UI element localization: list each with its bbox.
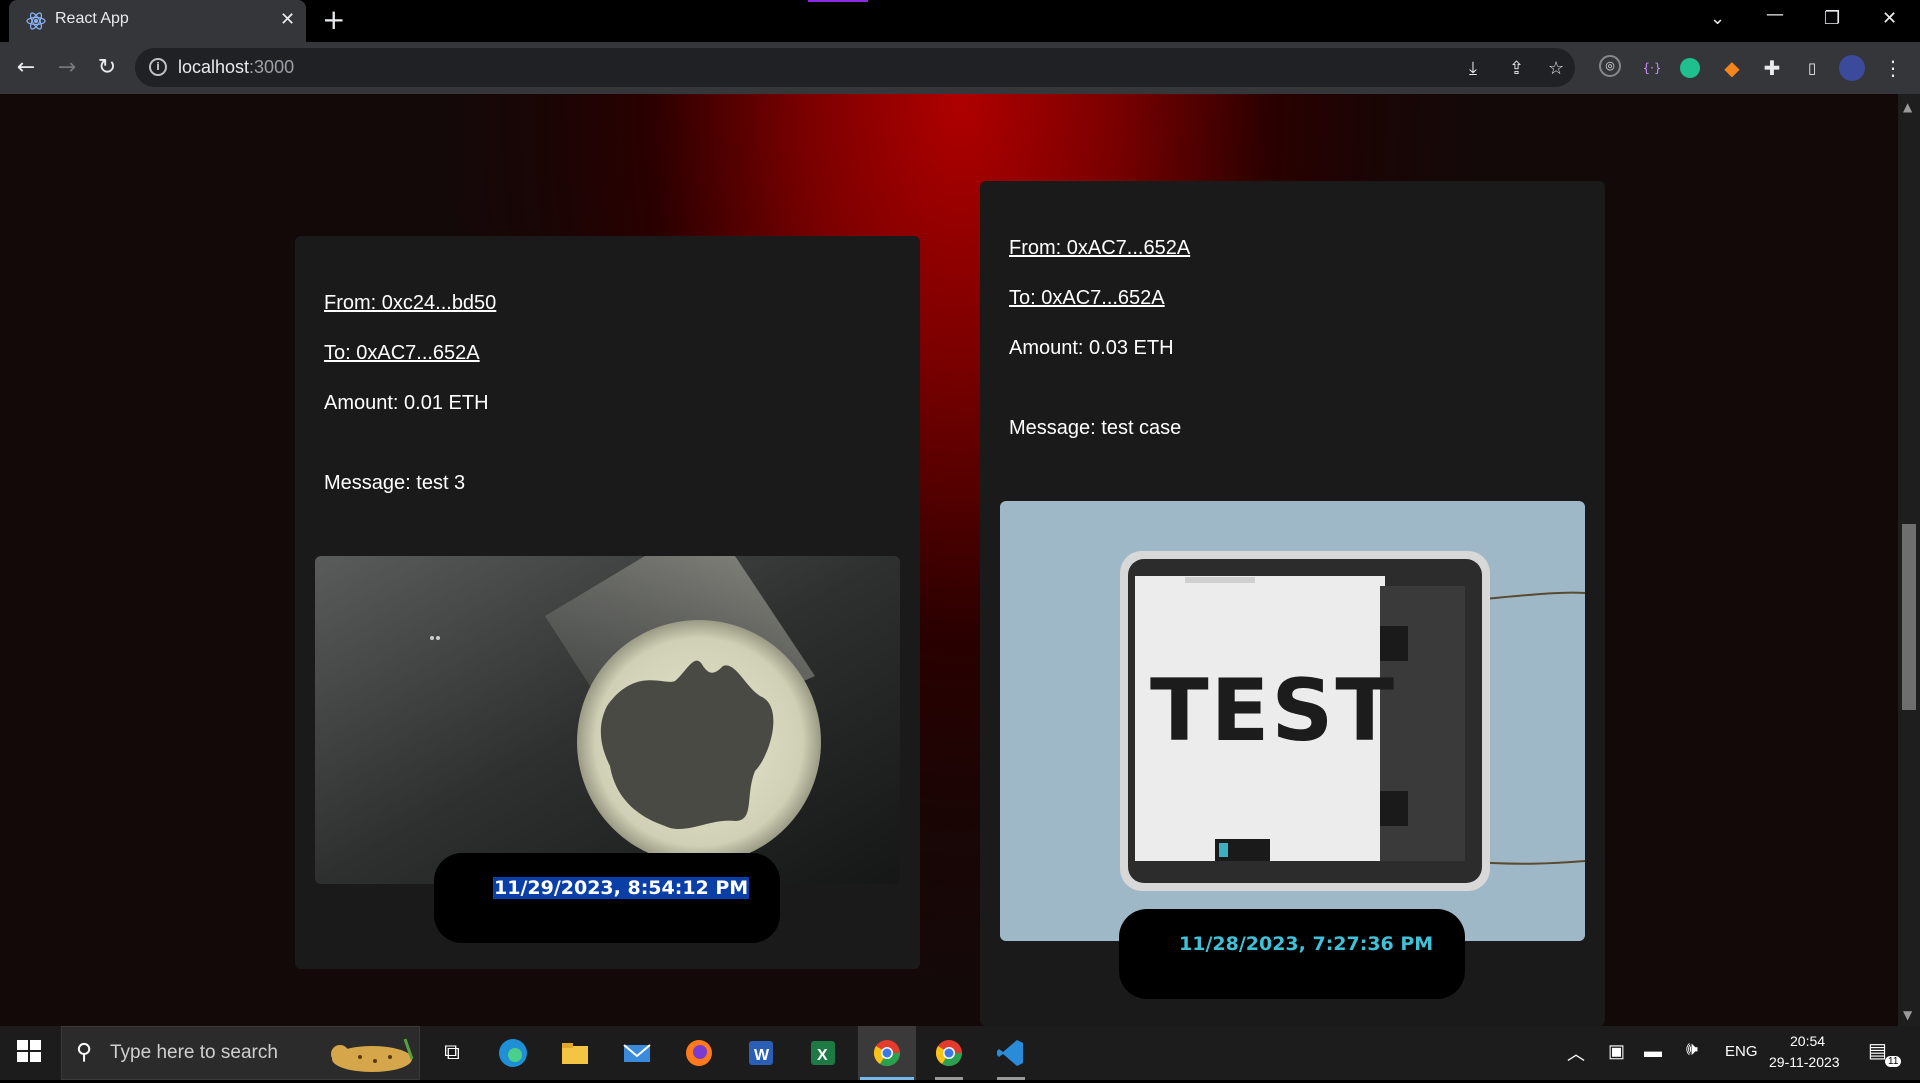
test-printer-image: TEST	[1000, 501, 1585, 941]
address-bar[interactable]: i localhost:3000 ⤓ ⇪ ☆	[135, 48, 1575, 87]
from-address-link[interactable]: From: 0xAC7...652A	[1009, 237, 1190, 260]
windows-taskbar: ⚲ Type here to search ⧉ W X ︿ ▣ ▬ 🕪 ENG …	[0, 1026, 1920, 1080]
notification-count-badge: 11	[1885, 1056, 1902, 1067]
notification-center-icon[interactable]: ▤	[1868, 1038, 1887, 1063]
extension-braces-icon[interactable]: {·}	[1639, 55, 1665, 81]
firefox-icon[interactable]	[683, 1037, 715, 1069]
restore-icon[interactable]: ❐	[1824, 8, 1840, 29]
tab-react-app[interactable]: React App ✕	[9, 0, 306, 42]
test-image-label: TEST	[1150, 661, 1397, 761]
edge-icon[interactable]	[497, 1037, 529, 1069]
install-app-icon[interactable]: ⤓	[1469, 58, 1477, 79]
bookmark-star-icon[interactable]: ☆	[1548, 58, 1564, 79]
timestamp-text-selected: 11/29/2023, 8:54:12 PM	[493, 877, 750, 899]
new-tab-button[interactable]: +	[322, 6, 345, 34]
search-placeholder: Type here to search	[110, 1042, 278, 1063]
volume-icon[interactable]: 🕪	[1686, 1039, 1698, 1061]
search-highlight-cheetah-icon	[320, 1029, 418, 1079]
tab-title: React App	[55, 10, 129, 27]
browser-toolbar: ← → ↻ i localhost:3000 ⤓ ⇪ ☆ ◎ {·} ◆ ✚ ▯…	[0, 42, 1920, 94]
share-icon[interactable]: ⇪	[1509, 58, 1524, 79]
message-text: Message: test 3	[324, 472, 466, 494]
svg-text:W: W	[754, 1047, 770, 1064]
to-address-link[interactable]: To: 0xAC7...652A	[324, 342, 480, 365]
show-hidden-icons-chevron-icon[interactable]: ︿	[1567, 1040, 1585, 1066]
chrome-profile-icon[interactable]	[933, 1037, 965, 1069]
grammarly-icon[interactable]	[1680, 58, 1700, 78]
side-panel-icon[interactable]: ▯	[1799, 55, 1825, 81]
site-info-icon[interactable]: i	[149, 58, 167, 76]
clock-time[interactable]: 20:54	[1790, 1033, 1825, 1049]
amount-text: Amount: 0.01 ETH	[324, 392, 489, 414]
amount-text: Amount: 0.03 ETH	[1009, 337, 1174, 359]
bat-signal-image	[315, 556, 900, 884]
close-tab-icon[interactable]: ✕	[280, 10, 295, 30]
timestamp-pill: 11/28/2023, 7:27:36 PM	[1119, 909, 1465, 999]
task-view-icon[interactable]: ⧉	[436, 1037, 468, 1069]
scroll-down-arrow-icon[interactable]: ▼	[1903, 1008, 1912, 1022]
message-text: Message: test case	[1009, 417, 1182, 439]
extensions-puzzle-icon[interactable]: ✚	[1759, 55, 1785, 81]
to-address-link[interactable]: To: 0xAC7...652A	[1009, 287, 1165, 310]
taskbar-search-box[interactable]: ⚲ Type here to search	[61, 1026, 420, 1080]
from-address-link[interactable]: From: 0xc24...bd50	[324, 292, 496, 315]
word-icon[interactable]: W	[745, 1037, 777, 1069]
page-viewport: From: 0xc24...bd50 To: 0xAC7...652A Amou…	[0, 94, 1898, 1026]
clock-date[interactable]: 29-11-2023	[1769, 1054, 1840, 1070]
chrome-menu-icon[interactable]: ⋮	[1880, 55, 1906, 81]
reload-icon[interactable]: ↻	[93, 54, 121, 82]
vscode-icon[interactable]	[995, 1037, 1027, 1069]
profile-avatar[interactable]	[1839, 55, 1865, 81]
react-icon	[26, 11, 46, 31]
minimize-icon[interactable]: —	[1766, 4, 1784, 25]
search-icon: ⚲	[76, 1040, 93, 1065]
scroll-up-arrow-icon[interactable]: ▲	[1903, 100, 1912, 114]
mail-icon[interactable]	[621, 1037, 653, 1069]
language-indicator[interactable]: ENG	[1725, 1043, 1758, 1060]
file-explorer-icon[interactable]	[559, 1037, 591, 1069]
timestamp-text: 11/28/2023, 7:27:36 PM	[1179, 933, 1434, 955]
extension-circle-icon[interactable]: ◎	[1599, 55, 1621, 77]
camera-icon[interactable]: ▣	[1608, 1041, 1625, 1062]
browser-tab-bar: React App ✕ + ⌄ — ❐ ✕	[0, 0, 1920, 42]
transaction-card: From: 0xAC7...652A To: 0xAC7...652A Amou…	[980, 181, 1605, 1026]
chrome-icon[interactable]	[871, 1037, 903, 1069]
scrollbar-thumb[interactable]	[1902, 524, 1916, 710]
window-close-icon[interactable]: ✕	[1882, 8, 1897, 29]
windows-start-icon[interactable]	[15, 1037, 47, 1069]
tab-search-chevron-icon[interactable]: ⌄	[1710, 8, 1725, 29]
url-host: localhost	[178, 57, 250, 77]
svg-text:X: X	[817, 1047, 828, 1064]
url-port: :3000	[249, 57, 295, 77]
url-text: localhost:3000	[178, 57, 294, 78]
battery-icon[interactable]: ▬	[1644, 1041, 1662, 1062]
transaction-card: From: 0xc24...bd50 To: 0xAC7...652A Amou…	[295, 236, 920, 969]
forward-arrow-icon[interactable]: →	[53, 54, 81, 82]
timestamp-pill: 11/29/2023, 8:54:12 PM	[434, 853, 780, 943]
back-arrow-icon[interactable]: ←	[12, 54, 40, 82]
tab-strip-accent	[808, 0, 868, 2]
excel-icon[interactable]: X	[807, 1037, 839, 1069]
metamask-fox-icon[interactable]: ◆	[1719, 55, 1745, 81]
page-scrollbar[interactable]: ▲ ▼	[1898, 94, 1920, 1026]
